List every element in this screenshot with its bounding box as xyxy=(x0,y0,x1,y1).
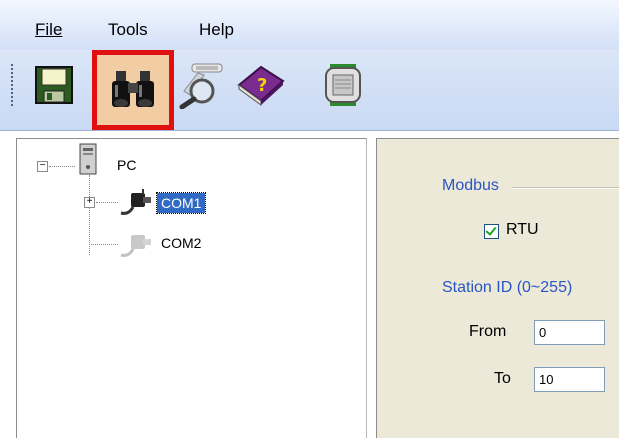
toolbar-grip[interactable] xyxy=(10,63,14,107)
group-divider xyxy=(512,187,619,189)
to-label: To xyxy=(494,370,511,387)
menu-file-label: File xyxy=(35,20,63,39)
search-device-button[interactable] xyxy=(92,50,174,130)
binoculars-icon xyxy=(112,71,154,107)
collapse-pc-icon[interactable]: − xyxy=(37,161,48,172)
tree-connector-vertical xyxy=(89,175,90,255)
menu-help[interactable]: Help xyxy=(199,20,234,40)
tree-connector xyxy=(49,166,75,167)
save-button[interactable] xyxy=(27,59,81,111)
modbus-group-title: Modbus xyxy=(442,177,499,194)
toolbar: ? xyxy=(0,50,619,131)
tree-connector xyxy=(89,244,118,245)
menu-tools[interactable]: Tools xyxy=(108,20,148,40)
rtu-label: RTU xyxy=(506,221,539,238)
tree-connector xyxy=(96,202,118,203)
station-id-title: Station ID (0~255) xyxy=(442,279,573,296)
expand-com1-icon[interactable]: + xyxy=(84,197,95,208)
save-icon xyxy=(35,66,73,104)
menu-file[interactable]: File xyxy=(35,20,62,40)
from-input[interactable] xyxy=(534,320,605,345)
tree-node-com1[interactable]: COM1 xyxy=(155,192,207,214)
scan-button[interactable] xyxy=(172,59,226,111)
menu-help-label: Help xyxy=(199,20,234,39)
menu-tools-label: Tools xyxy=(108,20,148,39)
to-input[interactable] xyxy=(534,367,605,392)
tree-node-pc[interactable]: PC xyxy=(117,157,136,173)
com-port-icon-disabled xyxy=(120,235,151,257)
pc-tower-icon xyxy=(79,143,97,175)
help-book-icon: ? xyxy=(237,65,285,106)
rtu-checkbox[interactable] xyxy=(484,224,499,239)
from-label: From xyxy=(469,323,507,340)
tree-node-com2[interactable]: COM2 xyxy=(161,235,201,251)
device-tree[interactable]: − PC + COM1 COM2 xyxy=(16,138,367,438)
com-port-icon xyxy=(120,189,151,215)
device-icon xyxy=(325,64,361,106)
scan-icon xyxy=(179,63,223,109)
device-button[interactable] xyxy=(316,59,370,111)
help-button[interactable]: ? xyxy=(233,59,287,111)
svg-text:?: ? xyxy=(257,75,267,96)
menu-bar: File Tools Help xyxy=(0,0,619,50)
settings-panel: Modbus RTU Station ID (0~255) From To xyxy=(376,138,619,438)
